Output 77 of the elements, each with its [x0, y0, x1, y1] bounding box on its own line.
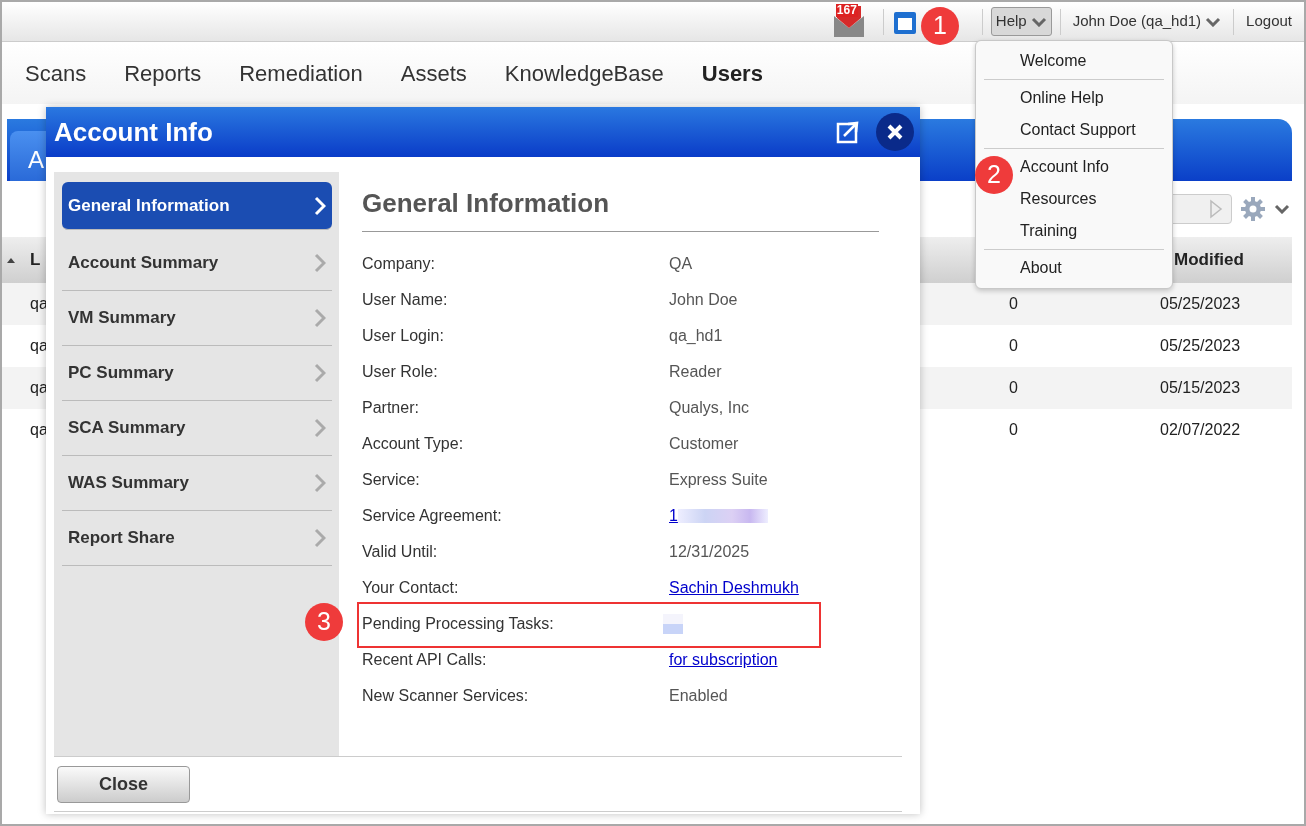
table-cell-text: 02/07/2022 — [1160, 420, 1242, 440]
chevron-right-icon — [314, 363, 326, 383]
notification-button[interactable]: 167 — [832, 5, 867, 38]
chevron-right-icon — [314, 195, 326, 216]
table-cell-text: 0 — [1008, 336, 1019, 356]
sidebar-item[interactable]: Account Summary — [62, 236, 332, 291]
sidebar-item[interactable]: General Information — [62, 182, 332, 230]
sidebar-item[interactable]: PC Summary — [62, 346, 332, 401]
field-value: Reader — [669, 362, 722, 382]
redacted-mark — [663, 614, 683, 634]
field-value: John Doe — [669, 290, 738, 310]
menu-item[interactable]: Online Help — [1020, 82, 1104, 114]
table-cell-text: 0 — [1008, 378, 1019, 398]
nav-tab[interactable]: Remediation — [239, 56, 363, 90]
help-button[interactable]: Help — [990, 7, 1052, 36]
sort-icon[interactable] — [6, 256, 16, 264]
field-label: Partner: — [362, 398, 420, 418]
section-heading: General Information — [362, 184, 879, 232]
chevron-right-icon — [314, 473, 326, 493]
sidebar-item[interactable]: SCA Summary — [62, 401, 332, 456]
caret-icon — [1205, 16, 1222, 27]
field-label: User Role: — [362, 362, 439, 382]
field-value: qa_hd1 — [669, 326, 723, 346]
nav-tab[interactable]: Reports — [124, 56, 202, 90]
field-label: Pending Processing Tasks: — [362, 614, 555, 634]
link[interactable]: for subscription — [669, 648, 778, 672]
table-cell-text: 0 — [1008, 420, 1019, 440]
field-label: Valid Until: — [362, 542, 439, 562]
caret-icon — [1030, 16, 1047, 27]
chevron-right-icon — [314, 528, 326, 548]
close-icon — [886, 123, 904, 141]
field-label: User Name: — [362, 290, 449, 310]
field-value: Express Suite — [669, 470, 768, 490]
field-value: Enabled — [669, 686, 728, 706]
field-value: Customer — [669, 434, 739, 454]
field-value: QA — [669, 254, 693, 274]
popout-icon[interactable] — [836, 120, 860, 144]
menu-item[interactable]: Account Info — [1020, 151, 1109, 183]
user-menu-button[interactable]: John Doe (qa_hd1) — [1068, 8, 1226, 35]
field-label: Account Type: — [362, 434, 465, 454]
field-label: Your Contact: — [362, 578, 460, 598]
menu-item[interactable]: Resources — [1020, 183, 1097, 215]
table-cell-text: 05/25/2023 — [1160, 336, 1242, 356]
caret-icon[interactable] — [1274, 204, 1290, 214]
nav-tab[interactable]: Users — [701, 56, 763, 90]
menu-item[interactable]: About — [1020, 252, 1062, 284]
nav-tab[interactable]: KnowledgeBase — [504, 56, 664, 90]
close-button[interactable]: Close — [57, 765, 190, 803]
menu-item[interactable]: Welcome — [1020, 45, 1087, 77]
field-label: Service Agreement: — [362, 506, 503, 526]
field-value: 12/31/2025 — [669, 542, 750, 562]
dialog-title: Account Info — [54, 115, 213, 149]
field-label: Company: — [362, 254, 436, 274]
chevron-right-icon — [314, 308, 326, 328]
chevron-right-icon — [314, 418, 326, 438]
field-value: Qualys, Inc — [669, 398, 750, 418]
menu-item[interactable]: Contact Support — [1020, 114, 1136, 146]
nav-tab[interactable]: Assets — [400, 56, 467, 90]
link[interactable]: 1 — [669, 504, 678, 528]
table-cell-text: 05/25/2023 — [1160, 294, 1242, 314]
sidebar-item[interactable]: WAS Summary — [62, 456, 332, 511]
field-label: New Scanner Services: — [362, 686, 530, 706]
link[interactable]: Sachin Deshmukh — [669, 576, 799, 600]
table-cell-text: 05/15/2023 — [1160, 378, 1242, 398]
close-button[interactable] — [876, 113, 914, 151]
nav-tab[interactable]: Scans — [25, 56, 87, 90]
table-cell-text: 0 — [1008, 294, 1019, 314]
field-label: Service: — [362, 470, 421, 490]
menu-item[interactable]: Training — [1020, 215, 1078, 247]
sidebar-item[interactable]: Report Share — [62, 511, 332, 566]
sidebar-item[interactable]: VM Summary — [62, 291, 332, 346]
chevron-right-icon — [314, 253, 326, 273]
logout-link[interactable]: Logout — [1242, 8, 1296, 35]
field-label: Recent API Calls: — [362, 650, 488, 670]
field-label: User Login: — [362, 326, 445, 346]
tab[interactable]: A — [10, 131, 46, 181]
notification-count: 167 — [835, 3, 858, 17]
